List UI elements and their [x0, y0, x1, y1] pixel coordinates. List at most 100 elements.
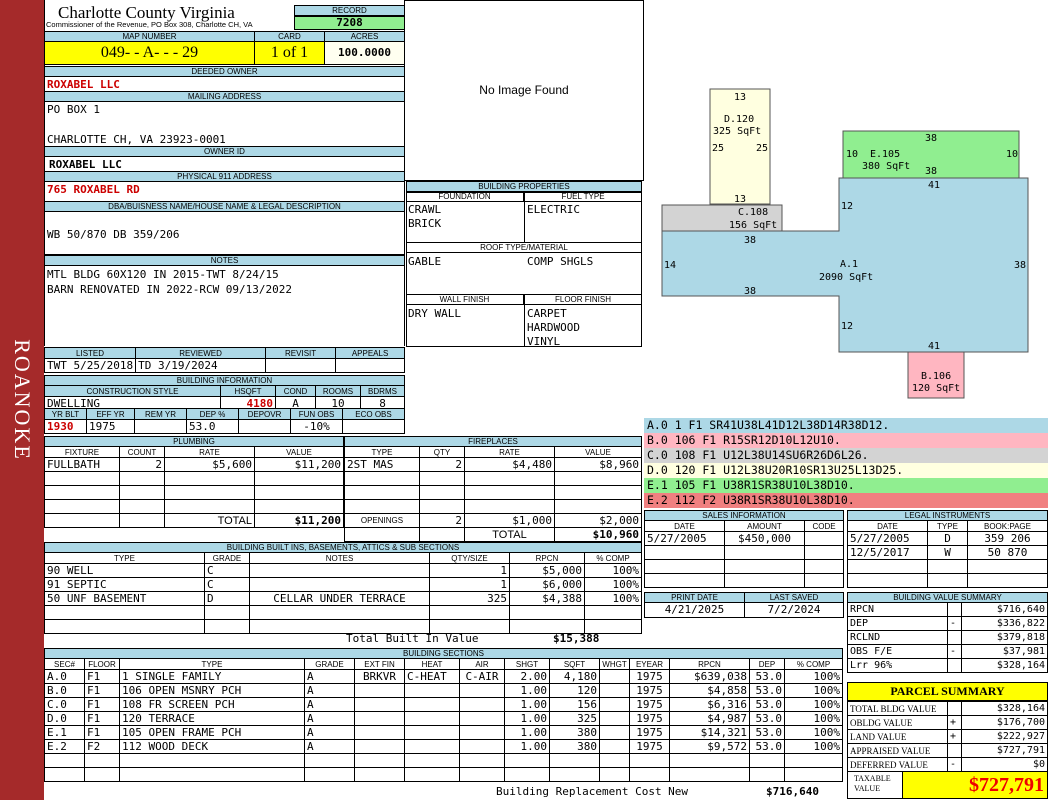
sketch-a-inner: 12 [841, 321, 853, 332]
legend-row: A.0 1 F1 SR41U38L41D12L38D14R38D12. [644, 418, 1048, 433]
builtin-row: 91 SEPTIC C 1 $6,000 100% [44, 577, 642, 592]
building-age-table: YR BLT EFF YR REM YR DEP % DEPOVR FUN OB… [44, 408, 405, 434]
sales-table: DATE AMOUNT CODE 5/27/2005 $450,000 [644, 520, 844, 588]
builtin-row: 50 UNF BASEMENT D CELLAR UNDER TERRACE 325 $… [44, 591, 642, 606]
commissioner-address: Commissioner of the Revenue, PO Box 308,… [46, 20, 253, 29]
fireplaces-table: TYPE QTY RATE VALUE 2ST MAS 2 $4,480 $8,960 OP… [344, 446, 642, 542]
notes-label: NOTES [44, 255, 405, 266]
sketch-a-right: 38 [1014, 260, 1026, 271]
physical-address-label: PHYSICAL 911 ADDRESS [44, 171, 405, 182]
taxable-label: TAXABLE VALUE [847, 771, 903, 799]
sketch-e-area: 380 SqFt [862, 161, 910, 172]
legend-row: E.1 105 F1 U38R1SR38U10L38D10. [644, 478, 1048, 493]
sketch-c-bottom: 38 [744, 235, 756, 246]
sketch-a-bottom: 41 [928, 341, 940, 352]
floor-finish-2: HARDWOOD [527, 321, 580, 334]
sketch-a-left: 14 [664, 260, 676, 271]
sketch-a-bottom-left: 38 [744, 286, 756, 297]
mailing-line-2: CHARLOTTE CH, VA 23923-0001 [47, 133, 226, 146]
builtin-total-label: Total Built In Value [346, 632, 479, 645]
parcel-summary-table: TOTAL BLDG VALUE $328,164 OBLDG VALUE + $17… [847, 701, 1048, 772]
fuel-type: ELECTRIC [527, 203, 580, 216]
plumbing-total: $11,200 [254, 513, 344, 528]
roof-label: ROOF TYPE/MATERIAL [406, 242, 642, 253]
floor-finish-label: FLOOR FINISH [524, 294, 642, 305]
sketch-b-name: B.106 [921, 371, 951, 382]
roof-material: COMP SHGLS [527, 255, 594, 268]
sections-table: SEC# FLOOR TYPE GRADE EXT FIN HEAT AIR SHGT SQFT… [44, 658, 843, 782]
sidebar-label: ROANOKE [10, 339, 35, 461]
builtin-total: $15,388 [553, 632, 600, 645]
map-number: 049- - A- - - 29 [44, 41, 255, 65]
foundation-1: CRAWL [408, 203, 442, 216]
plumbing-table: FIXTURE COUNT RATE VALUE FULLBATH 2 $5,600 $11… [44, 446, 344, 528]
sketch-d-right: 25 [756, 143, 768, 154]
fireplace-row: 2ST MAS 2 $4,480 $8,960 [344, 457, 642, 472]
sketch-e-name: E.105 [870, 149, 900, 160]
brcn-value: $716,640 [766, 785, 819, 798]
wall-finish: DRY WALL [408, 307, 461, 320]
review-table: LISTED REVIEWED REVISIT APPEALS TWT 5/25… [43, 347, 405, 373]
floor-finish-3: VINYL [527, 335, 561, 348]
sketch-d-left: 25 [712, 143, 724, 154]
legend-row: D.0 120 F1 U12L38U20R10SR13U25L13D25. [644, 463, 1048, 478]
foundation-label: FOUNDATION [406, 192, 524, 202]
brcn-label: Building Replacement Cost New [496, 785, 689, 798]
owner-id: ROXABEL LLC [49, 158, 122, 171]
sketch-e-right: 10 [1006, 149, 1018, 160]
reviewed-value: TD 3/19/2024 [135, 358, 267, 373]
building-sketch: 13 D.120 325 SqFt 25 25 13 38 10 E.105 3… [661, 88, 1029, 399]
taxable-value: $727,791 [902, 771, 1048, 799]
section-row: D.0 F1 120 TERRACE A 1.00 325 1975 $4,987 53.0 10… [44, 711, 843, 726]
sketch-b-area: 120 SqFt [912, 383, 960, 394]
building-props-label: BUILDING PROPERTIES [406, 181, 642, 192]
mailing-line-1: PO BOX 1 [47, 103, 100, 116]
sketch-d-top: 13 [734, 92, 746, 103]
sketch-d-bottom: 13 [734, 194, 746, 205]
legend-row: C.0 108 F1 U12L38U14SU6R26D6L26. [644, 448, 1048, 463]
foundation-2: BRICK [408, 217, 442, 230]
section-row: C.0 F1 108 FR SCREEN PCH A 1.00 156 1975 $6,316… [44, 697, 843, 712]
legal-row: 5/27/2005 D 359 206 [847, 531, 1048, 546]
owner-id-label: OWNER ID [44, 146, 405, 157]
county-sidebar: ROANOKE [0, 0, 44, 800]
sketch-c-name: C.108 [738, 207, 768, 218]
legend-row: B.0 106 F1 R15SR12D10L12U10. [644, 433, 1048, 448]
sketch-a-top: 41 [928, 180, 940, 191]
section-row: B.0 F1 106 OPEN MSNRY PCH A 1.00 120 1975 $4,85… [44, 683, 843, 698]
floor-finish-1: CARPET [527, 307, 567, 320]
record-number: 7208 [294, 16, 405, 30]
sketch-d-name: D.120 [724, 114, 754, 125]
deeded-owner: ROXABEL LLC [47, 78, 120, 91]
roof-type: GABLE [408, 255, 442, 268]
mailing-address-label: MAILING ADDRESS [44, 91, 405, 102]
dba-label: DBA/BUISNESS NAME/HOUSE NAME & LEGAL DES… [44, 201, 405, 212]
print-date: 4/21/2025 [644, 602, 745, 618]
builtins-table: TYPE GRADE NOTES QTY/SIZE RPCN% COMP 90 WELL… [44, 552, 642, 634]
section-row: E.2 F2 112 WOOD DECK A 1.00 380 1975 $9,572 53.0… [44, 739, 843, 754]
legal-row: 12/5/2017 W 50 870 [847, 545, 1048, 560]
legal-table: DATE TYPE BOOK:PAGE 5/27/2005 D 359 206 12/5… [847, 520, 1048, 588]
sketch-legend: A.0 1 F1 SR41U38L41D12L38D14R38D12. B.0 … [644, 418, 1048, 508]
acres-value: 100.0000 [324, 41, 405, 65]
photo-panel: No Image Found [404, 0, 644, 181]
year-built: 1930 [44, 419, 87, 434]
no-image-text: No Image Found [479, 83, 569, 97]
deeded-owner-label: DEEDED OWNER [44, 66, 405, 77]
section-row: A.0 F1 1 SINGLE FAMILY A BRKVR C-HEAT C-AIR 2.0… [44, 669, 843, 684]
sketch-e-left: 10 [846, 149, 858, 160]
builtin-row: 90 WELL C 1 $5,000 100% [44, 563, 642, 578]
card-number: 1 of 1 [254, 41, 325, 65]
listed-value: TWT 5/25/2018 [43, 358, 136, 373]
sale-row: 5/27/2005 $450,000 [644, 531, 844, 546]
sketch-e-top: 38 [925, 133, 937, 144]
last-saved: 7/2/2024 [744, 602, 844, 618]
sketch-d-area: 325 SqFt [713, 126, 761, 137]
section-row: E.1 F1 105 OPEN FRAME PCH A 1.00 380 1975 $14,3… [44, 725, 843, 740]
fireplaces-total: $10,960 [554, 527, 642, 542]
physical-address: 765 ROXABEL RD [47, 183, 140, 196]
sketch-a-area: 2090 SqFt [819, 272, 873, 283]
plumbing-row: FULLBATH 2 $5,600 $11,200 [44, 457, 344, 472]
fuel-label: FUEL TYPE [524, 192, 642, 202]
legal-description: WB 50/870 DB 359/206 [47, 228, 180, 241]
